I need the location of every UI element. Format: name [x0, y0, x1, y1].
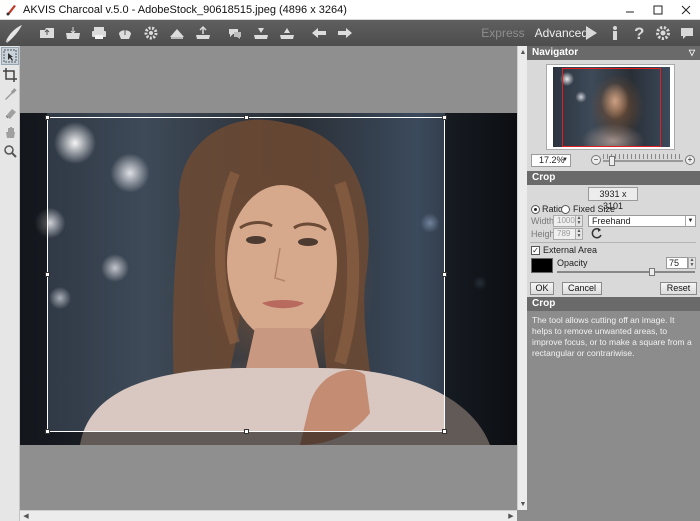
external-area-label: External Area	[543, 245, 598, 255]
before-after-icon[interactable]	[222, 22, 247, 44]
tool-panel	[0, 46, 20, 521]
preferences-gear-icon[interactable]	[654, 23, 672, 43]
swap-orientation-icon[interactable]	[591, 227, 603, 239]
ok-button[interactable]: OK	[530, 282, 554, 295]
width-label: Width	[531, 216, 555, 226]
zoom-ticks	[603, 154, 683, 159]
zoom-value: 17.2%	[539, 155, 565, 165]
batch-icon[interactable]	[164, 22, 189, 44]
external-area-checkbox[interactable]: ✓	[531, 246, 540, 255]
fixed-size-label: Fixed Size	[573, 204, 616, 214]
scroll-left-icon[interactable]: ◀	[21, 511, 31, 521]
svg-text:?: ?	[634, 25, 644, 41]
chevron-down-icon: ▼	[685, 216, 695, 226]
collapse-icon[interactable]: ▽	[689, 46, 695, 60]
express-mode-tab[interactable]: Express	[481, 26, 524, 40]
scroll-right-icon[interactable]: ▶	[506, 511, 516, 521]
print-icon[interactable]	[86, 22, 111, 44]
fixed-size-radio[interactable]	[561, 205, 570, 214]
opacity-slider-thumb[interactable]	[649, 268, 655, 276]
pipette-icon[interactable]	[1, 85, 19, 103]
ratio-preset-select[interactable]: Freehand ▼	[588, 215, 696, 227]
info-icon[interactable]	[606, 23, 624, 43]
title-bar: AKVIS Charcoal v.5.0 - AdobeStock_906185…	[0, 0, 700, 20]
cancel-button[interactable]: Cancel	[562, 282, 602, 295]
help-header: Crop	[527, 297, 700, 311]
ratio-label: Ratio	[542, 204, 564, 214]
ratio-preset-value: Freehand	[592, 216, 631, 226]
crop-handle[interactable]	[45, 429, 50, 434]
navigator-preview[interactable]	[546, 64, 675, 150]
window-title: AKVIS Charcoal v.5.0 - AdobeStock_906185…	[23, 3, 347, 16]
brush-logo-icon	[0, 20, 28, 46]
chevron-down-icon: ▼	[562, 157, 568, 163]
hand-icon[interactable]	[1, 123, 19, 141]
crop-handle[interactable]	[442, 429, 447, 434]
opacity-slider[interactable]	[557, 271, 695, 273]
crop-frame[interactable]	[45, 115, 447, 434]
crop-handle[interactable]	[244, 429, 249, 434]
zoom-icon[interactable]	[1, 142, 19, 160]
settings-gear-icon[interactable]	[138, 22, 163, 44]
crop-handle[interactable]	[244, 115, 249, 120]
run-icon[interactable]	[582, 23, 600, 43]
crop-handle[interactable]	[45, 272, 50, 277]
crop-icon[interactable]	[1, 66, 19, 84]
crop-handle[interactable]	[45, 115, 50, 120]
width-spinner[interactable]: ▲ ▼	[575, 215, 583, 227]
undo-icon[interactable]	[306, 22, 331, 44]
crop-tool-arrow-icon[interactable]	[1, 47, 19, 65]
zoom-in-button[interactable]: +	[685, 155, 695, 165]
navigator-view-frame[interactable]	[562, 68, 661, 147]
load-preset-icon[interactable]	[248, 22, 273, 44]
opacity-label: Opacity	[557, 258, 588, 268]
settings-panel: Navigator ▽ 17.2% ▼ − + Crop 3931 x 3101…	[527, 46, 700, 521]
navigator-header[interactable]: Navigator ▽	[527, 46, 700, 60]
help-icon[interactable]: ?	[630, 23, 648, 43]
crop-size-display: 3931 x 3101	[588, 187, 638, 211]
crop-title: Crop	[532, 172, 556, 183]
divider	[530, 242, 696, 243]
help-text: The tool allows cutting off an image. It…	[527, 311, 700, 521]
zoom-out-button[interactable]: −	[591, 155, 601, 165]
height-spinner[interactable]: ▲ ▼	[575, 228, 583, 240]
save-preset-icon[interactable]	[274, 22, 299, 44]
close-button[interactable]	[672, 0, 700, 20]
eraser-icon[interactable]	[1, 104, 19, 122]
zoom-slider-thumb[interactable]	[609, 156, 615, 166]
horizontal-scrollbar[interactable]: ◀ ▶	[20, 510, 517, 521]
crop-handle[interactable]	[442, 115, 447, 120]
crop-external-area	[445, 113, 517, 445]
reset-button[interactable]: Reset	[660, 282, 697, 295]
share-icon[interactable]	[112, 22, 137, 44]
external-color-swatch[interactable]	[531, 258, 553, 273]
main-toolbar: Express Advanced ?	[0, 20, 700, 46]
zoom-select[interactable]: 17.2% ▼	[531, 154, 571, 167]
crop-external-area	[20, 113, 47, 445]
advanced-mode-tab[interactable]: Advanced	[535, 26, 588, 40]
open-file-icon[interactable]	[34, 22, 59, 44]
ratio-radio[interactable]	[531, 205, 540, 214]
opacity-input[interactable]: 75	[666, 257, 688, 269]
image-canvas[interactable]	[20, 46, 517, 510]
save-icon[interactable]	[60, 22, 85, 44]
chat-icon[interactable]	[678, 23, 696, 43]
opacity-spinner[interactable]: ▲ ▼	[688, 257, 696, 269]
redo-icon[interactable]	[332, 22, 357, 44]
maximize-button[interactable]	[644, 0, 672, 20]
crop-handle[interactable]	[442, 272, 447, 277]
navigator-title: Navigator	[532, 47, 579, 58]
app-logo-icon	[4, 3, 18, 17]
export-icon[interactable]	[190, 22, 215, 44]
help-title: Crop	[532, 298, 556, 309]
zoom-slider[interactable]	[603, 160, 683, 162]
crop-header: Crop	[527, 171, 700, 185]
minimize-button[interactable]	[616, 0, 644, 20]
vertical-scrollbar[interactable]: ▲ ▼	[517, 46, 527, 510]
